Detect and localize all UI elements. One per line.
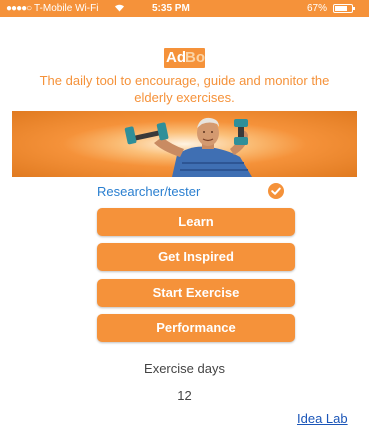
battery-percentage: 67%: [307, 3, 328, 14]
elderly-man-dumbbell-illustration: [124, 117, 252, 177]
tagline: The daily tool to encourage, guide and m…: [39, 73, 330, 105]
clock: 5:35 PM: [152, 3, 190, 14]
start-exercise-button[interactable]: Start Exercise: [97, 279, 295, 307]
performance-button[interactable]: Performance: [97, 314, 295, 342]
signal-strength-icon: ●●●●○: [6, 3, 32, 14]
carrier-label: T-Mobile Wi-Fi: [34, 3, 99, 14]
status-bar: ●●●●○ T-Mobile Wi-Fi 5:35 PM 67%: [0, 0, 369, 17]
app-logo: Ad Bo: [164, 48, 205, 68]
logo-text-ad: Ad: [166, 49, 186, 66]
learn-button[interactable]: Learn: [97, 208, 295, 236]
exercise-days-label: Exercise days: [144, 361, 225, 376]
get-inspired-button[interactable]: Get Inspired: [97, 243, 295, 271]
battery-icon: [333, 4, 355, 13]
wifi-icon: [114, 2, 125, 16]
logo-text-bo: Bo: [185, 49, 205, 66]
checkmark-icon[interactable]: [268, 183, 284, 199]
exercise-days-value: 12: [177, 388, 192, 403]
idea-lab-link[interactable]: Idea Lab: [297, 411, 348, 426]
role-label[interactable]: Researcher/tester: [97, 184, 200, 199]
hero-banner-image: [12, 111, 357, 177]
